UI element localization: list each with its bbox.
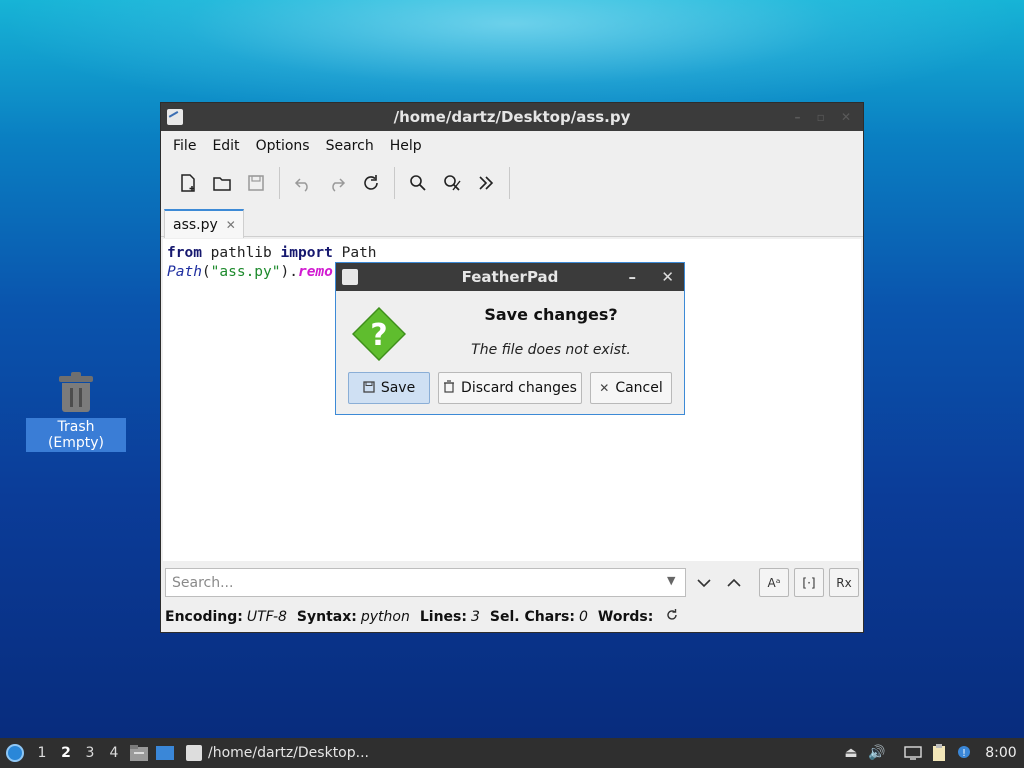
undo-icon[interactable] bbox=[286, 166, 320, 200]
svg-text:!: ! bbox=[962, 748, 966, 759]
featherpad-app-icon bbox=[167, 109, 183, 125]
encoding-label: Encoding: bbox=[165, 609, 243, 625]
redo-icon[interactable] bbox=[320, 166, 354, 200]
toolbar-separator bbox=[279, 167, 280, 199]
new-file-icon[interactable] bbox=[171, 166, 205, 200]
search-input[interactable] bbox=[165, 568, 686, 597]
menu-options[interactable]: Options bbox=[248, 138, 318, 154]
menu-file[interactable]: File bbox=[165, 138, 204, 154]
x-icon: ✕ bbox=[599, 381, 610, 395]
menubar: File Edit Options Search Help bbox=[161, 131, 863, 161]
menu-help[interactable]: Help bbox=[382, 138, 430, 154]
save-button-label: Save bbox=[380, 380, 416, 396]
find-icon[interactable] bbox=[401, 166, 435, 200]
window-titlebar[interactable]: /home/dartz/Desktop/ass.py – ▫ ✕ bbox=[161, 103, 863, 131]
toolbar-separator bbox=[509, 167, 510, 199]
whole-word-icon[interactable]: [·] bbox=[794, 568, 824, 597]
taskbar-window-featherpad[interactable]: /home/dartz/Desktop... bbox=[186, 745, 369, 761]
desktop-4[interactable]: 4 bbox=[102, 745, 126, 761]
start-menu-icon[interactable] bbox=[0, 738, 30, 768]
tab-bar: ass.py ✕ bbox=[161, 205, 863, 238]
desktop-3[interactable]: 3 bbox=[78, 745, 102, 761]
save-button[interactable]: Save bbox=[348, 372, 430, 404]
trash-icon bbox=[59, 372, 93, 412]
trash-small-icon bbox=[443, 380, 455, 396]
window-controls[interactable]: – ▫ ✕ bbox=[794, 103, 857, 131]
cancel-button-label: Cancel bbox=[615, 380, 663, 396]
find-previous-icon[interactable] bbox=[719, 568, 749, 597]
eject-icon[interactable]: ⏏ bbox=[838, 740, 864, 766]
regex-icon[interactable]: Rx bbox=[829, 568, 859, 597]
encoding-value: UTF-8 bbox=[246, 609, 287, 625]
tab-close-icon[interactable]: ✕ bbox=[226, 218, 236, 232]
syntax-value: python bbox=[360, 609, 410, 625]
dialog-heading: Save changes? bbox=[484, 305, 618, 324]
search-bar: ▼ Aᵃ [·] Rx bbox=[161, 562, 863, 602]
dialog-message: The file does not exist. bbox=[471, 342, 631, 358]
menu-search[interactable]: Search bbox=[318, 138, 382, 154]
desktop-trash[interactable]: Trash (Empty) bbox=[26, 368, 126, 452]
search-history-dropdown-icon[interactable]: ▼ bbox=[667, 574, 675, 587]
menu-edit[interactable]: Edit bbox=[204, 138, 247, 154]
svg-text:?: ? bbox=[370, 318, 387, 353]
syntax-label: Syntax: bbox=[296, 609, 357, 625]
desktop-2[interactable]: 2 bbox=[54, 745, 78, 761]
sel-chars-label: Sel. Chars: bbox=[489, 609, 575, 625]
taskbar: 1 2 3 4 /home/dartz/Desktop... ⏏ 🔊 ! 8:0… bbox=[0, 738, 1024, 768]
lines-label: Lines: bbox=[419, 609, 467, 625]
words-label: Words: bbox=[597, 609, 654, 625]
sel-chars-value: 0 bbox=[578, 609, 588, 625]
open-folder-icon[interactable] bbox=[205, 166, 239, 200]
minimize-icon[interactable]: – bbox=[629, 263, 637, 291]
trash-label: Trash (Empty) bbox=[26, 418, 126, 452]
clock[interactable]: 8:00 bbox=[978, 745, 1024, 761]
tab-label: ass.py bbox=[173, 216, 218, 233]
save-icon bbox=[363, 380, 375, 396]
save-changes-dialog: FeatherPad – ✕ ? Save changes? The file … bbox=[335, 262, 685, 415]
refresh-word-count-icon[interactable] bbox=[665, 608, 679, 626]
featherpad-app-icon bbox=[186, 745, 202, 761]
close-icon[interactable]: ✕ bbox=[661, 263, 674, 291]
desktop-1[interactable]: 1 bbox=[30, 745, 54, 761]
lines-value: 3 bbox=[470, 609, 480, 625]
clipboard-icon[interactable] bbox=[926, 740, 952, 766]
notification-icon[interactable]: ! bbox=[952, 740, 978, 766]
window-title: /home/dartz/Desktop/ass.py bbox=[393, 108, 631, 126]
network-icon[interactable] bbox=[900, 740, 926, 766]
task-title: /home/dartz/Desktop... bbox=[208, 745, 369, 761]
dialog-title: FeatherPad bbox=[461, 268, 559, 286]
tab-ass-py[interactable]: ass.py ✕ bbox=[164, 209, 244, 238]
volume-icon[interactable]: 🔊 bbox=[864, 740, 890, 766]
reload-icon[interactable] bbox=[354, 166, 388, 200]
toolbar bbox=[161, 161, 863, 205]
question-icon: ? bbox=[352, 307, 406, 361]
match-case-icon[interactable]: Aᵃ bbox=[759, 568, 789, 597]
discard-changes-button[interactable]: Discard changes bbox=[438, 372, 582, 404]
system-tray: ⏏ 🔊 ! 8:00 bbox=[838, 738, 1024, 768]
dialog-titlebar[interactable]: FeatherPad – ✕ bbox=[336, 263, 684, 291]
toolbar-separator bbox=[394, 167, 395, 199]
replace-icon[interactable] bbox=[435, 166, 469, 200]
code-line-1: from pathlib import Path bbox=[167, 245, 377, 261]
save-icon[interactable] bbox=[239, 166, 273, 200]
file-manager-icon[interactable] bbox=[126, 740, 152, 766]
status-bar: Encoding: UTF-8 Syntax: python Lines: 3 … bbox=[165, 606, 679, 628]
cancel-button[interactable]: ✕ Cancel bbox=[590, 372, 672, 404]
show-desktop-icon[interactable] bbox=[152, 740, 178, 766]
more-icon[interactable] bbox=[469, 166, 503, 200]
find-next-icon[interactable] bbox=[689, 568, 719, 597]
featherpad-app-icon bbox=[342, 269, 358, 285]
discard-button-label: Discard changes bbox=[461, 380, 577, 396]
